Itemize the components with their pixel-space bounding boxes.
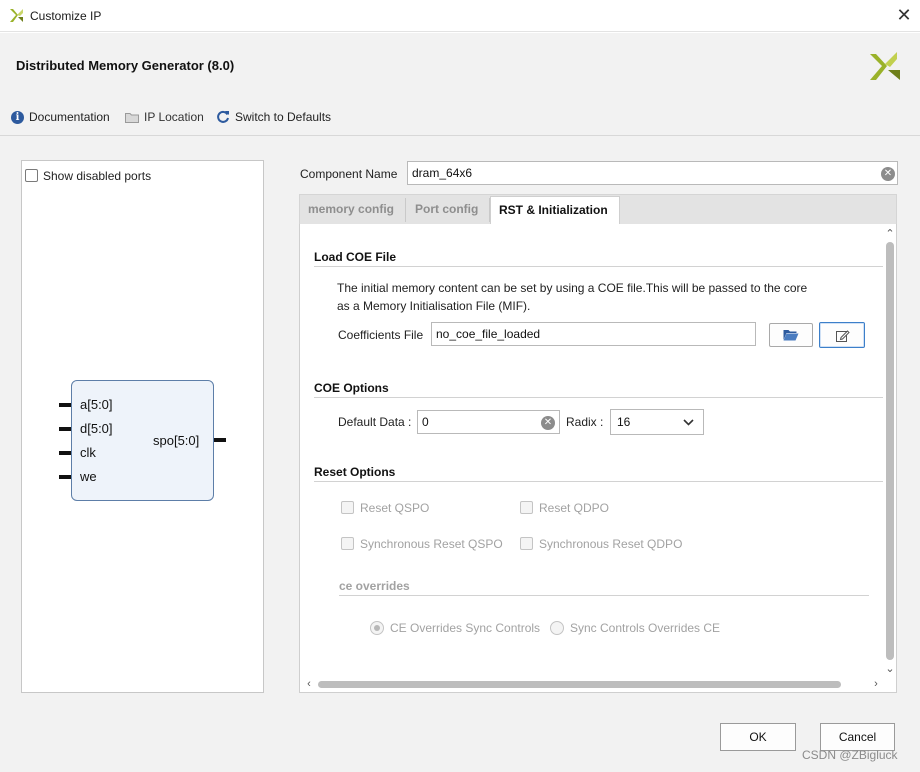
close-icon[interactable]: ✕ — [893, 4, 915, 26]
pin-label-clk: clk — [80, 445, 96, 460]
tab-divider — [405, 198, 406, 222]
reset-qspo-label: Reset QSPO — [360, 501, 430, 515]
switch-to-defaults-button[interactable]: Switch to Defaults — [216, 109, 331, 125]
component-name-input[interactable]: dram_64x6 — [407, 161, 898, 185]
scroll-down-icon[interactable]: ⌄ — [884, 663, 896, 675]
sync-reset-qspo-label: Synchronous Reset QSPO — [360, 537, 503, 551]
section-rule — [314, 266, 883, 267]
chevron-down-icon — [683, 419, 694, 426]
show-disabled-ports-label: Show disabled ports — [43, 169, 152, 183]
ip-location-label: IP Location — [144, 110, 204, 124]
section-rule — [314, 397, 883, 398]
coe-options-title: COE Options — [314, 381, 389, 395]
clear-icon[interactable]: ✕ — [881, 167, 895, 181]
radix-select[interactable]: 16 — [610, 409, 704, 435]
ok-button[interactable]: OK — [720, 723, 796, 751]
ce-overrides-sync-radio[interactable] — [370, 621, 384, 635]
reset-qdpo-checkbox[interactable] — [520, 501, 533, 514]
pin-we — [59, 475, 71, 479]
documentation-button[interactable]: i Documentation — [11, 109, 110, 125]
coefficients-file-label: Coefficients File — [338, 328, 424, 342]
load-coe-title: Load COE File — [314, 250, 397, 264]
ip-title: Distributed Memory Generator (8.0) — [16, 58, 235, 73]
sync-reset-qspo-checkbox[interactable] — [341, 537, 354, 550]
vertical-scroll-thumb[interactable] — [886, 242, 894, 660]
tab-memory-config[interactable]: memory config — [300, 196, 402, 224]
reset-options-title: Reset Options — [314, 465, 396, 479]
browse-button[interactable] — [769, 323, 813, 347]
sync-reset-qdpo-checkbox[interactable] — [520, 537, 533, 550]
open-folder-icon — [783, 330, 799, 341]
default-data-input[interactable]: 0 — [417, 410, 560, 434]
edit-icon — [835, 329, 850, 342]
ip-location-button[interactable]: IP Location — [125, 109, 204, 125]
coefficients-file-input[interactable]: no_coe_file_loaded — [431, 322, 756, 346]
sync-reset-qdpo-label: Synchronous Reset QDPO — [539, 537, 683, 551]
load-coe-description-1: The initial memory content can be set by… — [337, 281, 808, 295]
pin-label-a: a[5:0] — [80, 397, 113, 412]
watermark: CSDN @ZBigluck — [802, 748, 898, 762]
scroll-left-icon[interactable]: ‹ — [303, 678, 315, 690]
tab-port-config[interactable]: Port config — [407, 196, 486, 224]
horizontal-scroll-thumb[interactable] — [318, 681, 841, 688]
pin-label-d: d[5:0] — [80, 421, 113, 436]
pin-clk — [59, 451, 71, 455]
xilinx-brand-logo-icon — [870, 52, 900, 80]
documentation-label: Documentation — [29, 110, 110, 124]
pin-d — [59, 427, 71, 431]
section-rule — [339, 595, 869, 596]
scroll-right-icon[interactable]: › — [870, 678, 882, 690]
load-coe-description-2: as a Memory Initialisation File (MIF). — [337, 299, 531, 313]
xilinx-logo-icon — [10, 9, 23, 22]
pin-label-we: we — [80, 469, 97, 484]
radix-label: Radix : — [566, 415, 604, 429]
refresh-icon — [217, 110, 229, 123]
reset-qdpo-label: Reset QDPO — [539, 501, 610, 515]
clear-icon[interactable]: ✕ — [541, 416, 555, 430]
default-data-label: Default Data : — [338, 415, 412, 429]
show-disabled-ports-checkbox[interactable] — [25, 169, 38, 182]
ce-overrides-title: ce overrides — [339, 579, 410, 593]
pin-a — [59, 403, 71, 407]
pin-spo — [214, 438, 226, 442]
sync-overrides-ce-label: Sync Controls Overrides CE — [570, 621, 721, 635]
cancel-button[interactable]: Cancel — [820, 723, 895, 751]
folder-icon — [125, 112, 139, 123]
sync-overrides-ce-radio[interactable] — [550, 621, 564, 635]
reset-qspo-checkbox[interactable] — [341, 501, 354, 514]
component-name-label: Component Name — [300, 167, 398, 181]
ce-overrides-sync-label: CE Overrides Sync Controls — [390, 621, 541, 635]
section-rule — [314, 481, 883, 482]
edit-coe-button[interactable] — [819, 322, 865, 348]
info-icon: i — [11, 110, 24, 124]
window-title: Customize IP — [30, 9, 102, 23]
scroll-up-icon[interactable]: ⌃ — [884, 228, 896, 240]
title-bar[interactable] — [0, 0, 920, 32]
tab-rst-initialization[interactable]: RST & Initialization — [490, 196, 620, 224]
radio-selected-dot — [374, 625, 380, 631]
switch-to-defaults-label: Switch to Defaults — [235, 110, 332, 124]
pin-label-spo: spo[5:0] — [153, 433, 200, 448]
radix-value: 16 — [617, 415, 631, 429]
